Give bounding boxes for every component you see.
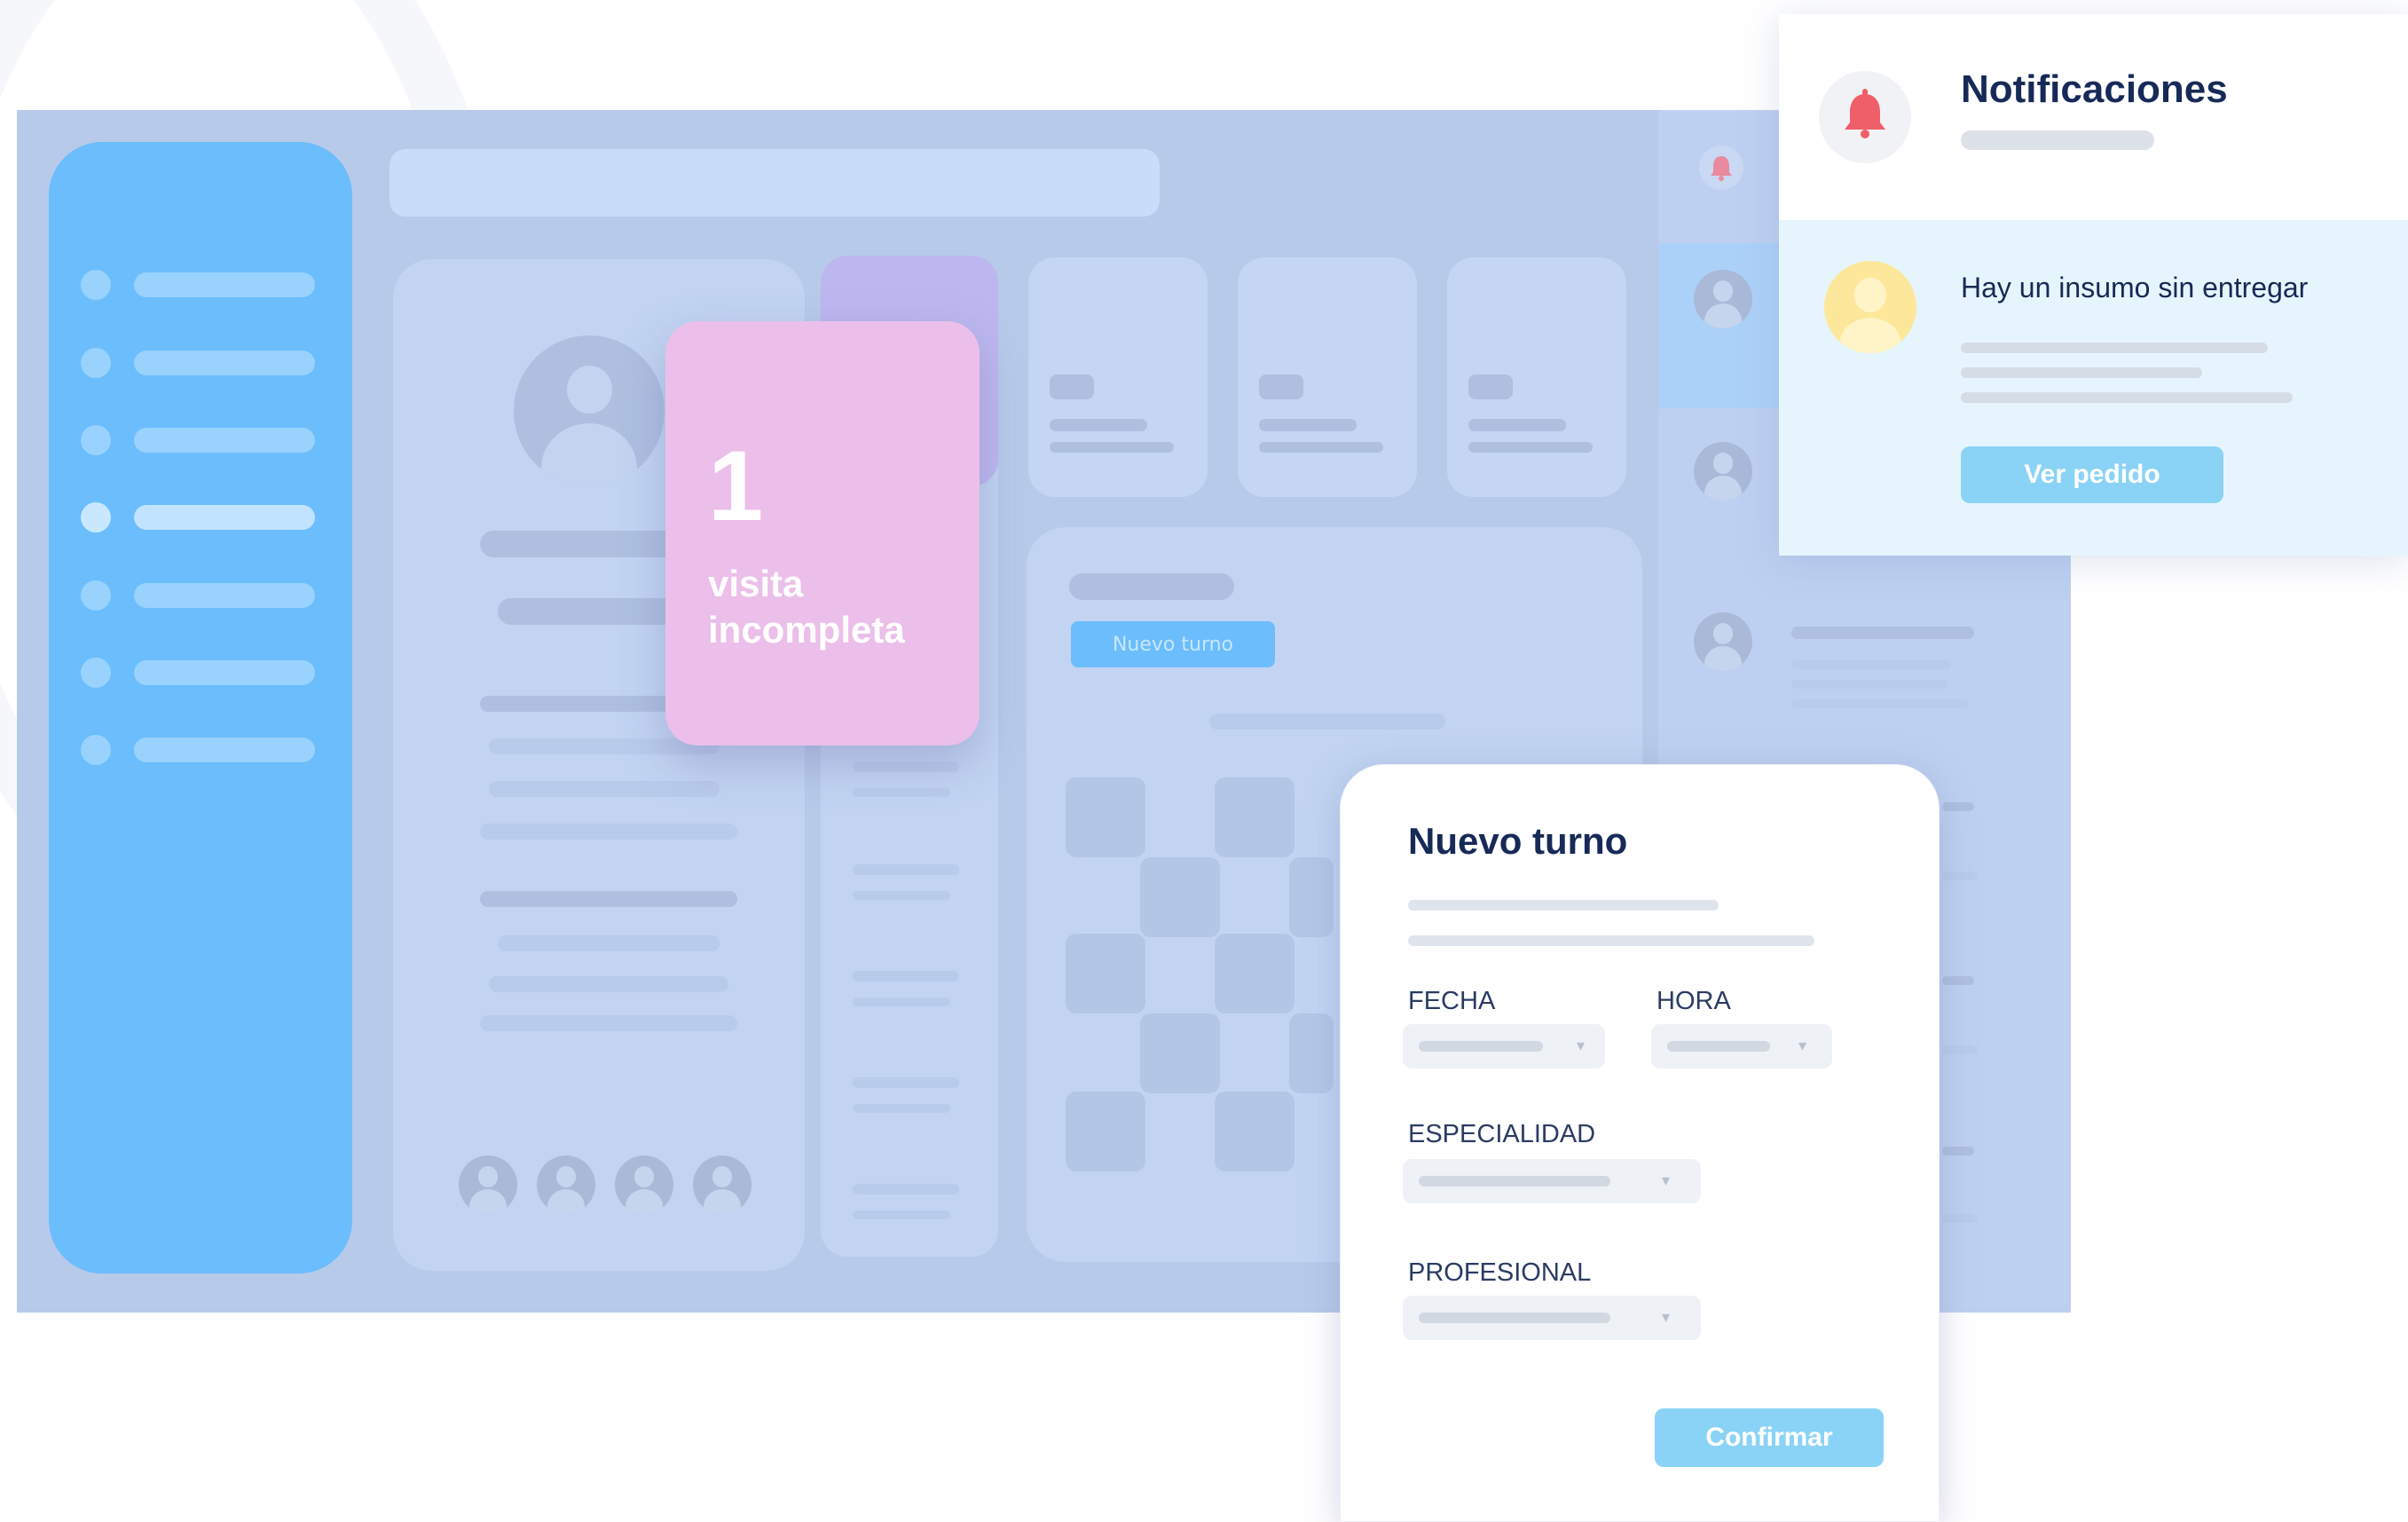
bell-icon xyxy=(1699,146,1743,190)
team-avatar-1 xyxy=(459,1155,517,1214)
team-avatar-3 xyxy=(615,1155,673,1214)
sidebar-item-3[interactable] xyxy=(81,425,347,455)
nuevo-turno-button[interactable]: Nuevo turno xyxy=(1071,621,1275,667)
stat-card-1[interactable] xyxy=(1028,257,1208,497)
chevron-down-icon: ▾ xyxy=(1577,1037,1586,1055)
stat-card-3[interactable] xyxy=(1447,257,1626,497)
sidebar-item-1[interactable] xyxy=(81,270,347,300)
hora-select[interactable]: ▾ xyxy=(1651,1024,1832,1069)
team-avatar-2 xyxy=(537,1155,595,1214)
notifications-title: Notificaciones xyxy=(1961,67,2228,111)
sidebar xyxy=(49,142,352,1274)
bell-icon xyxy=(1819,71,1911,163)
profesional-select[interactable]: ▾ xyxy=(1403,1296,1701,1340)
incomplete-visit-card[interactable]: 1 visita incompleta xyxy=(665,321,980,745)
chevron-down-icon: ▾ xyxy=(1798,1037,1807,1055)
especialidad-label: ESPECIALIDAD xyxy=(1408,1120,1596,1148)
team-avatar-4 xyxy=(693,1155,752,1214)
confirmar-button[interactable]: Confirmar xyxy=(1655,1408,1884,1467)
user-avatar-icon xyxy=(1824,261,1916,353)
ver-pedido-button[interactable]: Ver pedido xyxy=(1961,446,2223,503)
hora-label: HORA xyxy=(1656,987,1731,1015)
incomplete-visit-count: 1 xyxy=(708,430,764,541)
notification-message: Hay un insumo sin entregar xyxy=(1961,272,2309,304)
especialidad-select[interactable]: ▾ xyxy=(1403,1159,1701,1203)
fecha-select[interactable]: ▾ xyxy=(1403,1024,1605,1069)
list-avatar-1 xyxy=(1694,270,1752,328)
profesional-label: PROFESIONAL xyxy=(1408,1258,1592,1287)
profile-avatar xyxy=(514,335,665,486)
stat-card-2[interactable] xyxy=(1238,257,1417,497)
incomplete-visit-label: visita incompleta xyxy=(708,563,905,651)
chevron-down-icon: ▾ xyxy=(1662,1308,1671,1327)
search-bar[interactable] xyxy=(390,149,1160,217)
fecha-label: FECHA xyxy=(1408,987,1496,1015)
sidebar-item-7[interactable] xyxy=(81,735,347,765)
chevron-down-icon: ▾ xyxy=(1662,1171,1671,1190)
list-avatar-3 xyxy=(1694,612,1752,671)
list-avatar-2 xyxy=(1694,442,1752,501)
sidebar-item-5[interactable] xyxy=(81,580,347,611)
sidebar-item-2[interactable] xyxy=(81,348,347,378)
sidebar-item-6[interactable] xyxy=(81,658,347,688)
sidebar-item-4-active[interactable] xyxy=(81,502,347,532)
nuevo-turno-modal: Nuevo turno FECHA ▾ HORA ▾ ESPECIALIDAD … xyxy=(1340,764,1940,1522)
notifications-panel: Notificaciones Hay un insumo sin entrega… xyxy=(1779,14,2408,556)
modal-title: Nuevo turno xyxy=(1408,820,1628,862)
